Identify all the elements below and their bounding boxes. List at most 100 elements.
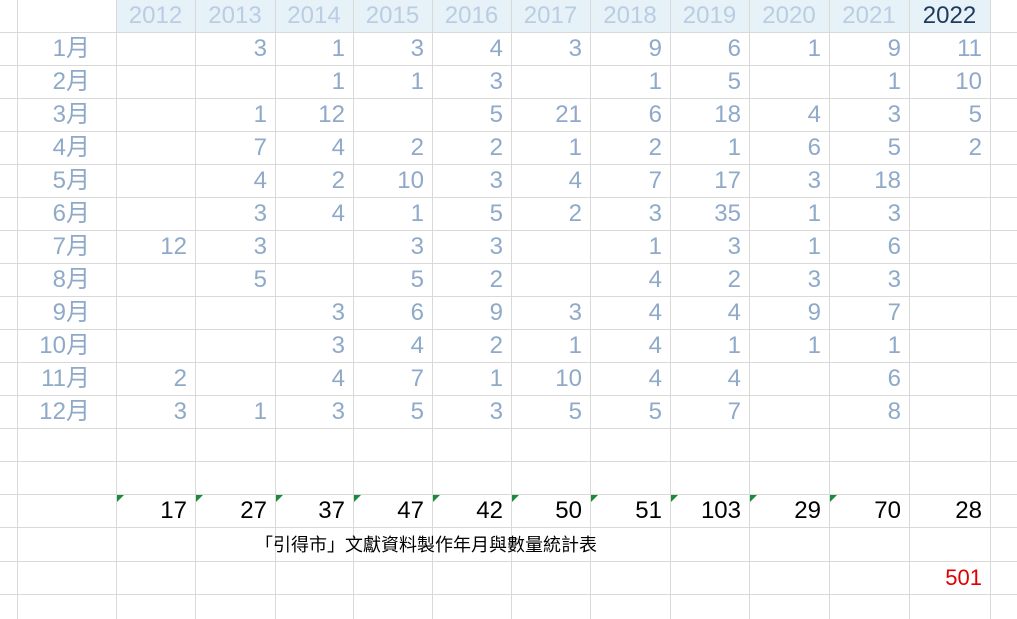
data-cell[interactable]: 1	[670, 131, 749, 164]
month-label[interactable]: 5月	[0, 164, 116, 197]
data-cell[interactable]: 1	[195, 98, 275, 131]
data-cell[interactable]	[275, 263, 353, 296]
data-cell[interactable]: 5	[829, 131, 909, 164]
data-cell[interactable]: 4	[275, 131, 353, 164]
data-cell[interactable]	[909, 263, 990, 296]
data-cell[interactable]: 1	[275, 65, 353, 98]
data-cell[interactable]: 6	[670, 32, 749, 65]
data-cell[interactable]: 2	[590, 131, 670, 164]
data-cell[interactable]	[116, 65, 195, 98]
total-cell[interactable]: 17	[116, 494, 195, 527]
data-cell[interactable]: 1	[590, 230, 670, 263]
data-cell[interactable]: 3	[195, 230, 275, 263]
data-cell[interactable]: 1	[590, 65, 670, 98]
data-cell[interactable]	[909, 197, 990, 230]
data-cell[interactable]: 3	[749, 263, 829, 296]
data-cell[interactable]: 5	[670, 65, 749, 98]
year-header-cell[interactable]: 2019	[670, 0, 749, 33]
data-cell[interactable]	[116, 164, 195, 197]
month-label[interactable]: 2月	[0, 65, 116, 98]
month-label[interactable]: 1月	[0, 32, 116, 65]
data-cell[interactable]: 5	[353, 263, 432, 296]
data-cell[interactable]: 3	[749, 164, 829, 197]
data-cell[interactable]: 3	[275, 395, 353, 428]
data-cell[interactable]	[909, 395, 990, 428]
data-cell[interactable]: 3	[353, 32, 432, 65]
year-header-cell[interactable]: 2020	[749, 0, 829, 33]
year-header-cell[interactable]: 2015	[353, 0, 432, 33]
data-cell[interactable]: 3	[432, 65, 511, 98]
data-cell[interactable]: 1	[275, 32, 353, 65]
data-cell[interactable]: 2	[432, 131, 511, 164]
year-header-cell[interactable]: 2014	[275, 0, 353, 33]
data-cell[interactable]: 21	[511, 98, 590, 131]
data-cell[interactable]: 9	[590, 32, 670, 65]
month-label[interactable]: 11月	[0, 362, 116, 395]
year-header-cell[interactable]: 2013	[195, 0, 275, 33]
data-cell[interactable]: 5	[511, 395, 590, 428]
data-cell[interactable]: 1	[432, 362, 511, 395]
year-header-cell[interactable]: 2016	[432, 0, 511, 33]
data-cell[interactable]: 4	[749, 98, 829, 131]
data-cell[interactable]: 7	[829, 296, 909, 329]
data-cell[interactable]: 7	[670, 395, 749, 428]
data-cell[interactable]: 6	[353, 296, 432, 329]
data-cell[interactable]	[909, 362, 990, 395]
data-cell[interactable]: 6	[829, 230, 909, 263]
data-cell[interactable]: 3	[195, 197, 275, 230]
total-cell[interactable]: 42	[432, 494, 511, 527]
year-header-cell[interactable]: 2017	[511, 0, 590, 33]
data-cell[interactable]	[909, 164, 990, 197]
data-cell[interactable]: 5	[195, 263, 275, 296]
data-cell[interactable]: 8	[829, 395, 909, 428]
data-cell[interactable]: 3	[432, 164, 511, 197]
data-cell[interactable]: 9	[432, 296, 511, 329]
total-cell[interactable]: 37	[275, 494, 353, 527]
data-cell[interactable]: 1	[749, 32, 829, 65]
data-cell[interactable]: 3	[511, 32, 590, 65]
grand-total-cell[interactable]: 501	[909, 561, 990, 594]
data-cell[interactable]: 9	[829, 32, 909, 65]
data-cell[interactable]: 3	[670, 230, 749, 263]
data-cell[interactable]: 2	[909, 131, 990, 164]
data-cell[interactable]: 12	[116, 230, 195, 263]
data-cell[interactable]: 3	[590, 197, 670, 230]
data-cell[interactable]: 7	[195, 131, 275, 164]
month-label[interactable]: 4月	[0, 131, 116, 164]
data-cell[interactable]: 5	[432, 98, 511, 131]
month-label[interactable]: 3月	[0, 98, 116, 131]
data-cell[interactable]: 3	[116, 395, 195, 428]
data-cell[interactable]	[909, 329, 990, 362]
month-label[interactable]: 12月	[0, 395, 116, 428]
data-cell[interactable]: 9	[749, 296, 829, 329]
total-cell[interactable]: 50	[511, 494, 590, 527]
data-cell[interactable]: 4	[590, 296, 670, 329]
data-cell[interactable]	[909, 296, 990, 329]
data-cell[interactable]: 4	[670, 296, 749, 329]
data-cell[interactable]: 6	[749, 131, 829, 164]
total-cell[interactable]: 29	[749, 494, 829, 527]
data-cell[interactable]	[116, 98, 195, 131]
data-cell[interactable]: 1	[511, 131, 590, 164]
data-cell[interactable]: 2	[116, 362, 195, 395]
data-cell[interactable]: 2	[432, 263, 511, 296]
data-cell[interactable]: 4	[275, 362, 353, 395]
data-cell[interactable]: 3	[275, 329, 353, 362]
data-cell[interactable]: 4	[670, 362, 749, 395]
year-header-cell[interactable]: 2022	[909, 0, 990, 33]
data-cell[interactable]: 4	[432, 32, 511, 65]
data-cell[interactable]: 2	[275, 164, 353, 197]
data-cell[interactable]	[511, 65, 590, 98]
data-cell[interactable]: 2	[511, 197, 590, 230]
data-cell[interactable]: 1	[749, 230, 829, 263]
month-label[interactable]: 9月	[0, 296, 116, 329]
data-cell[interactable]: 3	[829, 98, 909, 131]
year-header-cell[interactable]: 2018	[590, 0, 670, 33]
data-cell[interactable]: 4	[275, 197, 353, 230]
data-cell[interactable]: 4	[511, 164, 590, 197]
data-cell[interactable]	[116, 131, 195, 164]
data-cell[interactable]: 1	[749, 197, 829, 230]
data-cell[interactable]: 10	[511, 362, 590, 395]
data-cell[interactable]: 6	[590, 98, 670, 131]
data-cell[interactable]: 1	[511, 329, 590, 362]
